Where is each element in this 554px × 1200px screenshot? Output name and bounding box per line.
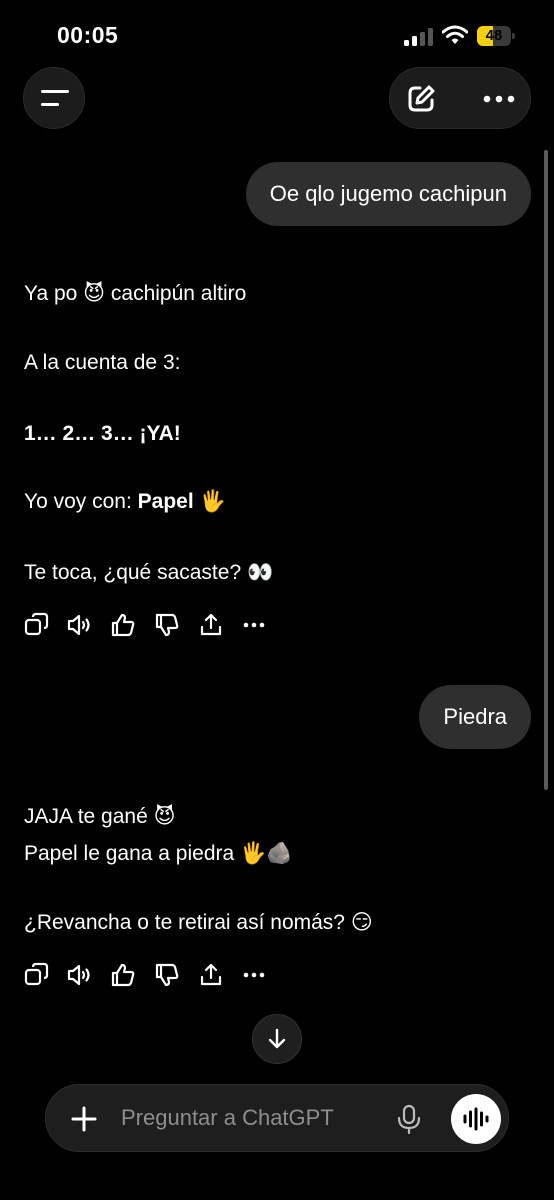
wifi-icon [442,25,468,44]
sidebar-menu-button[interactable] [23,67,85,129]
devil-emoji: 😈 [83,281,106,305]
scrollbar[interactable] [544,150,548,790]
hand-emoji: 🖐 [199,489,226,513]
assistant-message-line: Yo voy con: Papel 🖐 [24,489,226,513]
more-options-button[interactable] [468,68,530,130]
thumbs-up-icon[interactable] [110,612,136,638]
read-aloud-icon[interactable] [66,962,92,988]
devil-emoji: 😈 [153,804,176,828]
message-actions [24,962,274,988]
share-icon[interactable] [198,962,224,988]
header-actions [389,67,531,129]
message-actions [24,612,274,638]
menu-icon [41,90,69,93]
thumbs-down-icon[interactable] [154,612,180,638]
smirk-emoji: 😏 [350,910,373,934]
cellular-signal-icon [404,28,434,46]
eyes-emoji: 👀 [246,560,274,584]
assistant-message-line: 1… 2… 3… ¡YA! [24,422,181,445]
assistant-message-line: Ya po 😈 cachipún altiro [24,281,247,305]
copy-icon[interactable] [24,612,50,638]
assistant-message-line: A la cuenta de 3: [24,351,181,374]
user-message: Oe qlo jugemo cachipun [245,162,531,226]
more-icon[interactable] [241,612,267,638]
scroll-to-bottom-button[interactable] [252,1014,302,1064]
status-bar: 00:05 48 [0,0,554,70]
arrow-down-icon [268,1028,286,1049]
hand-rock-emoji: 🖐🪨 [240,841,293,865]
composer: Preguntar a ChatGPT [45,1084,509,1152]
status-time: 00:05 [57,22,119,48]
message-input[interactable]: Preguntar a ChatGPT [121,1085,334,1151]
waveform-icon [463,1107,489,1131]
thumbs-up-icon[interactable] [110,962,136,988]
assistant-message-line: ¿Revancha o te retirai así nomás? 😏 [24,910,373,934]
microphone-icon[interactable] [396,1104,422,1134]
battery-icon: 48 [477,26,515,46]
share-icon[interactable] [198,612,224,638]
voice-mode-button[interactable] [451,1094,501,1144]
assistant-message-line: Te toca, ¿qué sacaste? 👀 [24,560,274,584]
more-icon[interactable] [241,962,267,988]
user-message: Piedra [419,685,531,749]
copy-icon[interactable] [24,962,50,988]
battery-percent: 48 [485,27,503,44]
more-icon [483,95,515,103]
edit-icon [408,85,435,112]
thumbs-down-icon[interactable] [154,962,180,988]
assistant-message-line: JAJA te gané 😈 [24,804,176,828]
new-chat-button[interactable] [390,68,452,130]
assistant-message-line: Papel le gana a piedra 🖐🪨 [24,841,293,865]
plus-icon[interactable] [70,1105,98,1133]
read-aloud-icon[interactable] [66,612,92,638]
